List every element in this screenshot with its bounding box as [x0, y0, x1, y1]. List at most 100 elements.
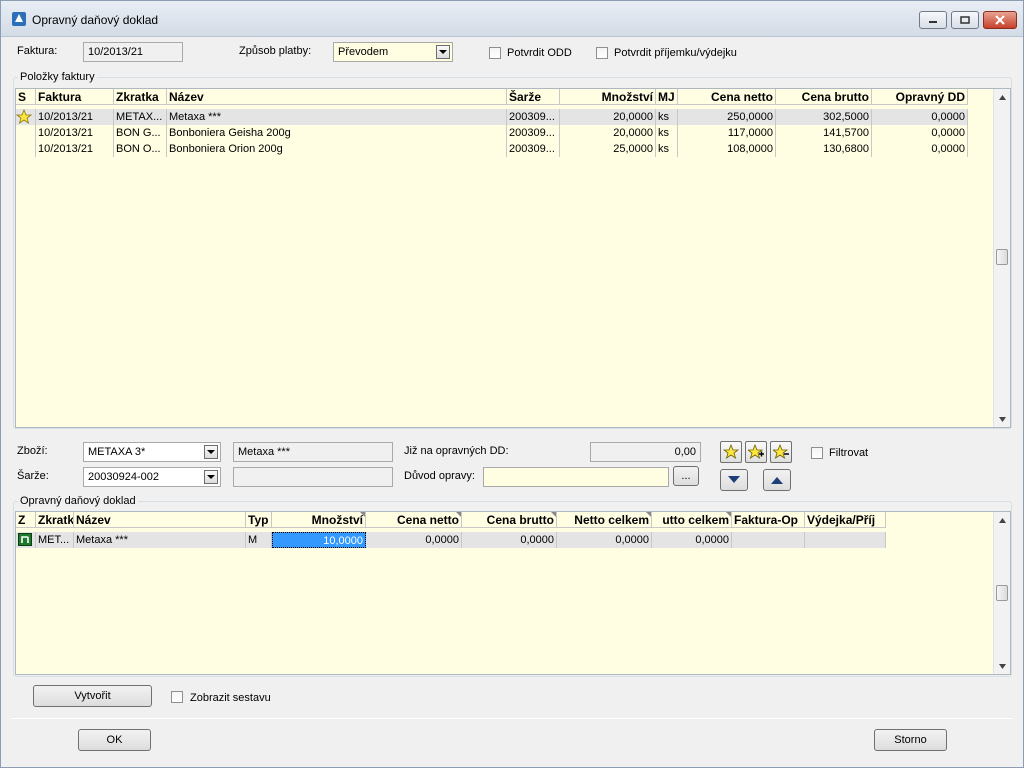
- cell-faktura: 10/2013/21: [36, 125, 114, 141]
- correction-grid[interactable]: Z Zkratk Název Typ Množství Cena netto C…: [15, 511, 1011, 675]
- chevron-down-icon: [207, 450, 215, 454]
- new-item-icon: [18, 533, 32, 546]
- star-button[interactable]: [720, 441, 742, 463]
- sarze-select[interactable]: 20030924-002: [83, 467, 221, 487]
- cell-mnozstvi: 20,0000: [560, 125, 656, 141]
- col-zkratka[interactable]: Zkratk: [36, 512, 74, 528]
- col-netto-celkem-label: Netto celkem: [574, 513, 649, 527]
- move-up-button[interactable]: [763, 469, 791, 491]
- zbozi-select[interactable]: METAXA 3*: [83, 442, 221, 462]
- scroll-up-icon: [998, 94, 1006, 100]
- col-mnozstvi[interactable]: Množství: [560, 89, 656, 105]
- potvrdit-prijemku-label: Potvrdit příjemku/výdejku: [614, 47, 737, 59]
- zbozi-name-field[interactable]: Metaxa ***: [233, 442, 393, 462]
- cell-typ: M: [246, 532, 272, 548]
- duvod-opravy-label: Důvod opravy:: [404, 470, 475, 482]
- vytvorit-button[interactable]: Vytvořit: [33, 685, 152, 707]
- star-plus-icon: [748, 444, 764, 459]
- title-bar[interactable]: Opravný daňový doklad: [1, 1, 1023, 37]
- col-vydejka[interactable]: Výdejka/Příj: [805, 512, 886, 528]
- table-row[interactable]: MET... Metaxa *** M 10,0000 0,0000 0,000…: [16, 532, 886, 548]
- scroll-down-button[interactable]: [994, 411, 1010, 427]
- col-brutto-celkem[interactable]: utto celkem: [652, 512, 732, 528]
- invoice-items-group-title: Položky faktury: [18, 71, 97, 83]
- zpusob-platby-dropdown-button[interactable]: [436, 45, 450, 59]
- faktura-field[interactable]: 10/2013/21: [83, 42, 183, 62]
- chevron-down-icon: [207, 475, 215, 479]
- star-remove-button[interactable]: [770, 441, 792, 463]
- close-button[interactable]: [983, 11, 1017, 29]
- sarze-dropdown-button[interactable]: [204, 470, 218, 484]
- zbozi-value: METAXA 3*: [88, 446, 146, 458]
- scroll-down-button[interactable]: [994, 658, 1010, 674]
- zpusob-platby-select[interactable]: Převodem: [333, 42, 453, 62]
- col-sarze[interactable]: Šarže: [507, 89, 560, 105]
- col-faktura[interactable]: Faktura: [36, 89, 114, 105]
- storno-button[interactable]: Storno: [874, 729, 947, 751]
- col-nazev[interactable]: Název: [74, 512, 246, 528]
- move-down-button[interactable]: [720, 469, 748, 491]
- cell-zkratka: MET...: [36, 532, 74, 548]
- duvod-opravy-browse-button[interactable]: ...: [673, 466, 699, 486]
- sarze-value: 20030924-002: [88, 471, 159, 483]
- star-add-button[interactable]: [745, 441, 767, 463]
- duvod-opravy-input[interactable]: [483, 467, 669, 487]
- cell-opravny-dd: 0,0000: [872, 109, 968, 125]
- col-s[interactable]: S: [16, 89, 36, 105]
- window-title: Opravný daňový doklad: [32, 13, 159, 27]
- row-status-cell: [16, 125, 36, 141]
- col-nazev[interactable]: Název: [167, 89, 507, 105]
- cell-nazev: Metaxa ***: [167, 109, 507, 125]
- zobrazit-sestavu-checkbox[interactable]: [171, 691, 183, 703]
- scroll-thumb[interactable]: [996, 249, 1008, 265]
- footer-divider: [11, 718, 1013, 719]
- cell-zkratka: BON G...: [114, 125, 167, 141]
- maximize-button[interactable]: [951, 11, 979, 29]
- col-cena-netto[interactable]: Cena netto: [366, 512, 462, 528]
- cell-cena-brutto: 0,0000: [462, 532, 557, 548]
- chevron-down-icon: [439, 50, 447, 54]
- zbozi-dropdown-button[interactable]: [204, 445, 218, 459]
- star-minus-icon: [773, 444, 789, 459]
- col-mj[interactable]: MJ: [656, 89, 678, 105]
- col-z[interactable]: Z: [16, 512, 36, 528]
- col-zkratka[interactable]: Zkratka: [114, 89, 167, 105]
- invoice-items-grid[interactable]: S Faktura Zkratka Název Šarže Množství M…: [15, 88, 1011, 428]
- scroll-up-button[interactable]: [994, 512, 1010, 528]
- scroll-thumb[interactable]: [996, 585, 1008, 601]
- cell-cena-netto: 0,0000: [366, 532, 462, 548]
- minimize-button[interactable]: [919, 11, 947, 29]
- table-row[interactable]: 10/2013/21 METAX... Metaxa *** 200309...…: [16, 109, 968, 125]
- cell-opravny-dd: 0,0000: [872, 125, 968, 141]
- row-status-cell: [16, 532, 36, 548]
- potvrdit-odd-checkbox[interactable]: [489, 47, 501, 59]
- jiz-na-opravnych-field[interactable]: 0,00: [590, 442, 701, 462]
- cell-cena-brutto: 130,6800: [776, 141, 872, 157]
- col-netto-celkem[interactable]: Netto celkem: [557, 512, 652, 528]
- cell-vydejka: [805, 532, 886, 548]
- scroll-down-icon: [998, 663, 1006, 669]
- cell-mnozstvi-editing[interactable]: 10,0000: [272, 532, 366, 548]
- table-row[interactable]: 10/2013/21 BON G... Bonboniera Geisha 20…: [16, 125, 968, 141]
- table-row[interactable]: 10/2013/21 BON O... Bonboniera Orion 200…: [16, 141, 968, 157]
- potvrdit-prijemku-checkbox[interactable]: [596, 47, 608, 59]
- correction-scrollbar[interactable]: [993, 512, 1010, 674]
- row-status-cell: [16, 109, 36, 125]
- col-cena-brutto[interactable]: Cena brutto: [776, 89, 872, 105]
- dialog-window: Opravný daňový doklad Faktura: 10/2013/2…: [0, 0, 1024, 768]
- cell-sarze: 200309...: [507, 141, 560, 157]
- col-typ[interactable]: Typ: [246, 512, 272, 528]
- col-cena-brutto[interactable]: Cena brutto: [462, 512, 557, 528]
- cell-mj: ks: [656, 141, 678, 157]
- col-cena-netto[interactable]: Cena netto: [678, 89, 776, 105]
- cell-netto-celkem: 0,0000: [557, 532, 652, 548]
- scroll-up-button[interactable]: [994, 89, 1010, 105]
- sarze-name-field[interactable]: [233, 467, 393, 487]
- col-opravny-dd[interactable]: Opravný DD: [872, 89, 968, 105]
- invoice-items-scrollbar[interactable]: [993, 89, 1010, 427]
- col-mnozstvi[interactable]: Množství: [272, 512, 366, 528]
- filtrovat-checkbox[interactable]: [811, 447, 823, 459]
- cell-cena-brutto: 141,5700: [776, 125, 872, 141]
- ok-button[interactable]: OK: [78, 729, 151, 751]
- col-faktura-op[interactable]: Faktura-Op: [732, 512, 805, 528]
